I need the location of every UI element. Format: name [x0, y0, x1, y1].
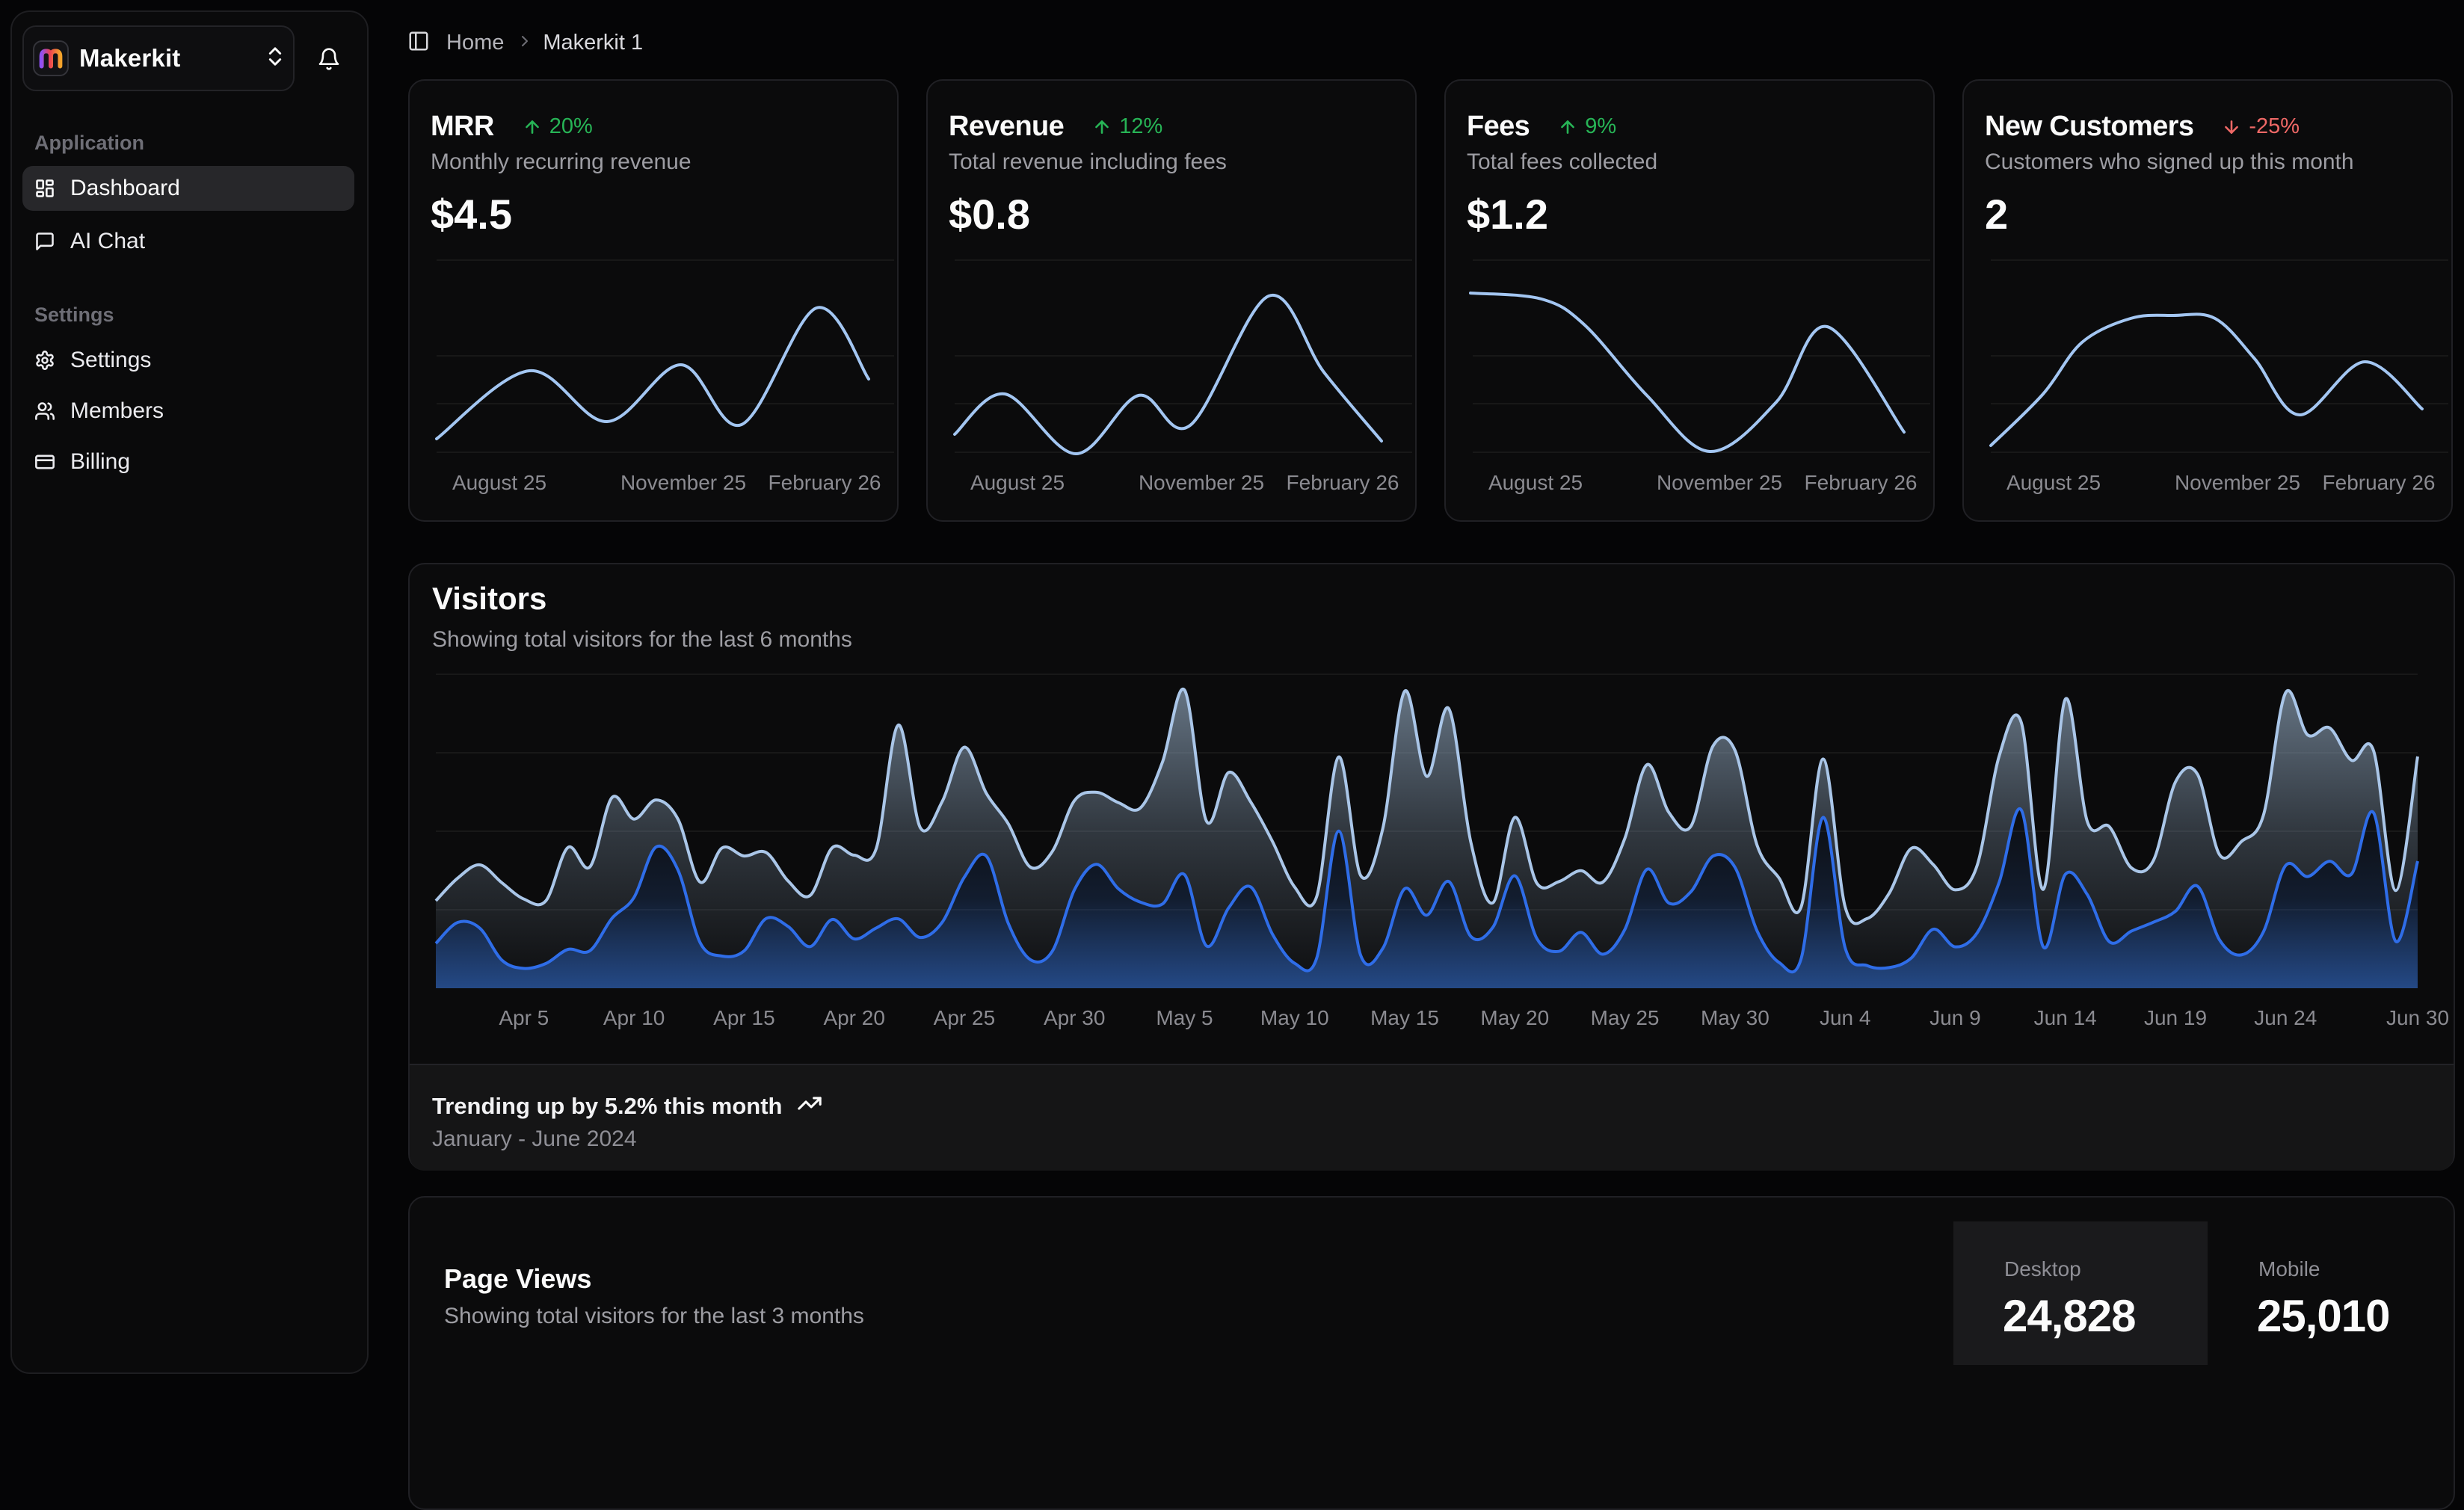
svg-text:May 25: May 25 [1591, 1006, 1660, 1029]
svg-text:February 26: February 26 [1287, 471, 1399, 494]
svg-text:February 26: February 26 [1805, 471, 1918, 494]
svg-text:February 26: February 26 [2323, 471, 2436, 494]
svg-text:May 5: May 5 [1156, 1006, 1213, 1029]
svg-text:August 25: August 25 [1488, 471, 1583, 494]
svg-text:May 10: May 10 [1260, 1006, 1329, 1029]
svg-text:May 15: May 15 [1370, 1006, 1439, 1029]
svg-text:August 25: August 25 [2006, 471, 2101, 494]
svg-text:Jun 24: Jun 24 [2254, 1006, 2317, 1029]
svg-text:Jun 19: Jun 19 [2144, 1006, 2207, 1029]
svg-text:November 25: November 25 [2175, 471, 2300, 494]
svg-text:November 25: November 25 [620, 471, 746, 494]
svg-text:August 25: August 25 [970, 471, 1065, 494]
svg-text:Jun 4: Jun 4 [1820, 1006, 1871, 1029]
svg-text:November 25: November 25 [1139, 471, 1264, 494]
svg-text:Apr 25: Apr 25 [934, 1006, 996, 1029]
svg-text:May 30: May 30 [1701, 1006, 1770, 1029]
svg-text:November 25: November 25 [1657, 471, 1782, 494]
svg-text:Apr 5: Apr 5 [499, 1006, 549, 1029]
svg-text:Apr 20: Apr 20 [823, 1006, 885, 1029]
svg-text:Apr 30: Apr 30 [1044, 1006, 1106, 1029]
svg-text:February 26: February 26 [769, 471, 881, 494]
svg-text:Apr 10: Apr 10 [603, 1006, 665, 1029]
svg-text:Jun 9: Jun 9 [1929, 1006, 1981, 1029]
svg-text:August 25: August 25 [452, 471, 546, 494]
svg-text:Apr 15: Apr 15 [713, 1006, 774, 1029]
svg-text:Jun 14: Jun 14 [2034, 1006, 2097, 1029]
svg-text:May 20: May 20 [1480, 1006, 1549, 1029]
svg-text:Jun 30: Jun 30 [2386, 1006, 2449, 1029]
